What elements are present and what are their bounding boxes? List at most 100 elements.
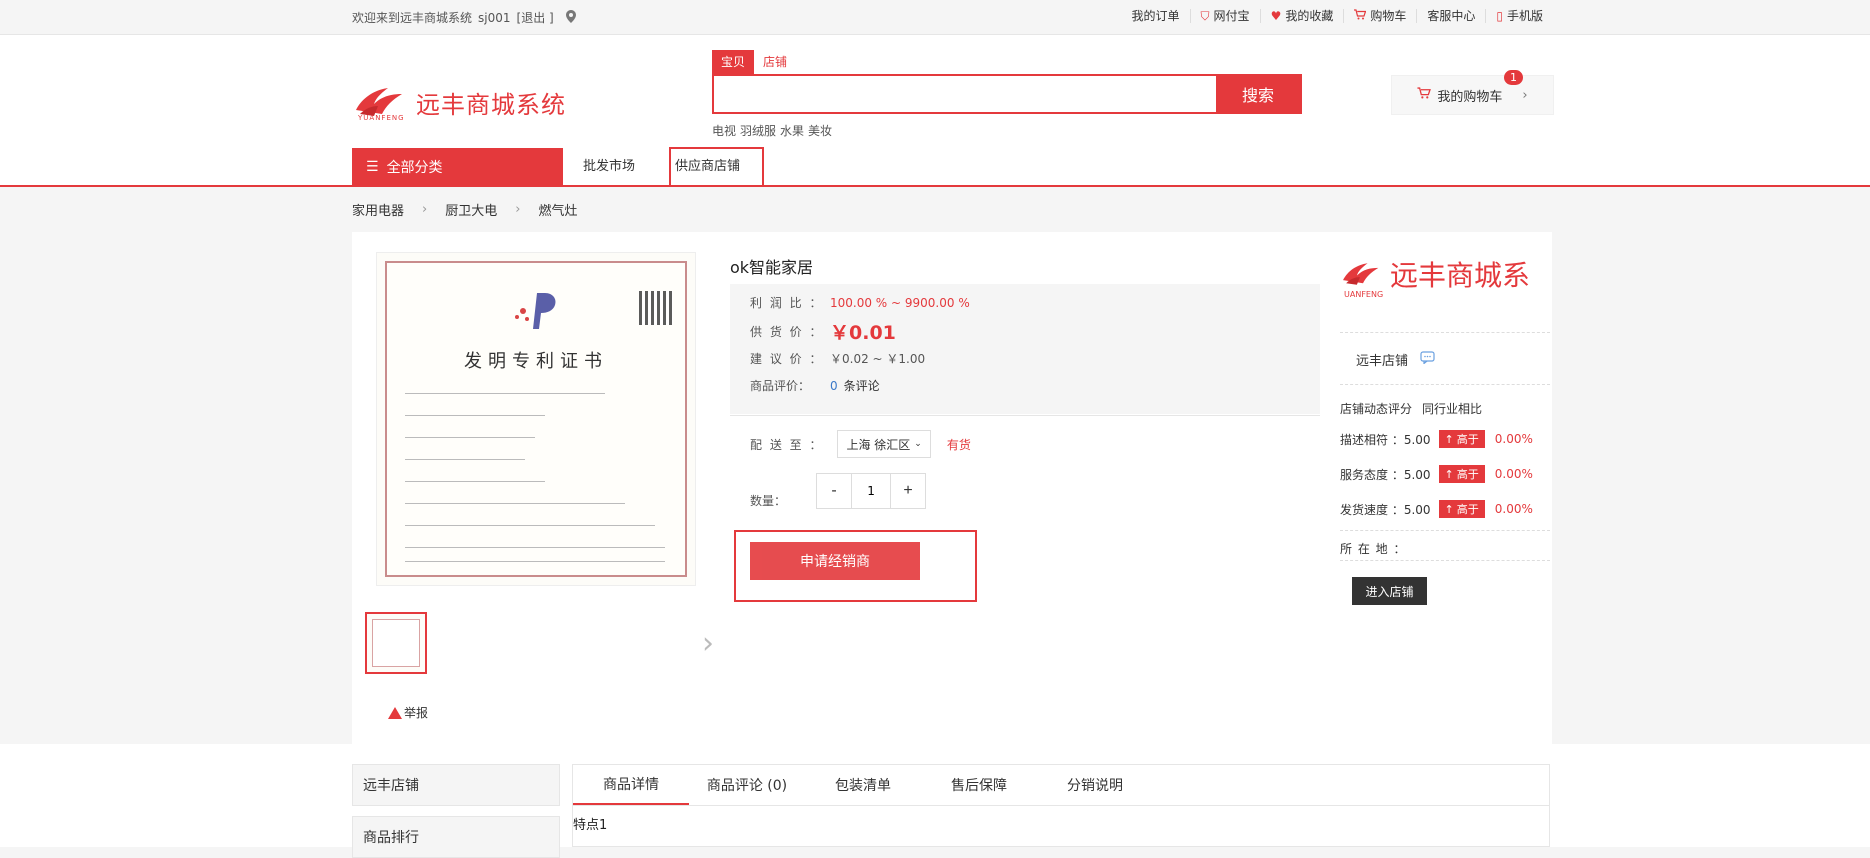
region-select[interactable]: 上海 徐汇区 ⌄ bbox=[837, 430, 931, 458]
search-box: 搜索 bbox=[712, 74, 1302, 114]
chat-icon[interactable] bbox=[1420, 351, 1435, 368]
logout-link[interactable]: [退出 ] bbox=[517, 9, 554, 26]
mobile-link[interactable]: ▯ 手机版 bbox=[1485, 9, 1553, 23]
username-link[interactable]: sj001 bbox=[478, 11, 511, 25]
search-button[interactable]: 搜索 bbox=[1216, 76, 1300, 112]
product-thumbnail[interactable] bbox=[365, 612, 427, 674]
chevron-right-icon[interactable]: › bbox=[702, 626, 714, 661]
divider bbox=[1340, 332, 1550, 333]
suggest-price-value: ￥0.02 ~ ￥1.00 bbox=[830, 352, 926, 366]
wangfubao-link[interactable]: ⛉ 网付宝 bbox=[1189, 9, 1260, 23]
region-value: 上海 徐汇区 bbox=[846, 437, 911, 452]
arrow-up-icon: ↑ bbox=[1444, 502, 1454, 516]
hot-word-downjacket[interactable]: 羽绒服 bbox=[740, 122, 776, 139]
main-nav: ☰ 全部分类 批发市场 供应商店铺 bbox=[352, 147, 765, 187]
divider bbox=[1340, 560, 1550, 561]
search-input[interactable] bbox=[714, 76, 1216, 112]
location-pin-icon[interactable] bbox=[565, 9, 576, 26]
certificate-text-line bbox=[405, 561, 665, 562]
detail-text: 特点1 bbox=[573, 818, 608, 833]
report-link[interactable]: 举报 bbox=[388, 704, 428, 721]
favorites-link[interactable]: ♥ 我的收藏 bbox=[1259, 9, 1344, 23]
certificate-text-line bbox=[405, 525, 655, 526]
score-row-description: 描述相符 ：5.00 ↑ 高于 0.00% bbox=[1340, 430, 1533, 448]
quantity-plus-button[interactable]: + bbox=[891, 473, 926, 508]
nav-wholesale-market[interactable]: 批发市场 bbox=[581, 148, 637, 186]
certificate-title: 发明专利证书 bbox=[464, 351, 608, 372]
tab-product-detail[interactable]: 商品详情 bbox=[573, 765, 689, 805]
tab-reviews[interactable]: 商品评论 (0) bbox=[689, 765, 805, 805]
tab-distribution-info[interactable]: 分销说明 bbox=[1037, 765, 1153, 805]
search-tab-shop[interactable]: 店铺 bbox=[754, 50, 796, 74]
score-higher-tag: ↑ 高于 bbox=[1438, 430, 1485, 448]
supply-price-label: 供 货 价 ： bbox=[750, 325, 824, 339]
apply-distributor-button[interactable]: 申请经销商 bbox=[750, 542, 920, 580]
customer-service-link[interactable]: 客服中心 bbox=[1416, 9, 1485, 23]
hot-word-beauty[interactable]: 美妆 bbox=[808, 122, 832, 139]
logo-wing-icon: YUANFENG bbox=[352, 80, 412, 124]
heart-icon: ♥ bbox=[1270, 9, 1282, 23]
profit-value: 100.00 % ~ 9900.00 % bbox=[830, 295, 970, 310]
breadcrumb-item[interactable]: 厨卫大电 bbox=[445, 200, 497, 219]
report-label: 举报 bbox=[404, 706, 429, 720]
shop-logo-text: 远丰商城系 bbox=[1390, 259, 1531, 292]
all-categories-label: 全部分类 bbox=[386, 160, 443, 176]
logo-subtext: YUANFENG bbox=[358, 114, 405, 122]
review-count-link[interactable]: 0 bbox=[830, 379, 838, 393]
sidebar-item-ranking[interactable]: 商品排行 bbox=[352, 816, 560, 858]
search-area: 宝贝 店铺 搜索 电视 羽绒服 水果 美妆 bbox=[712, 50, 1302, 139]
sidebar-item-shop[interactable]: 远丰店铺 bbox=[352, 764, 560, 806]
stock-status: 有货 bbox=[946, 437, 971, 452]
qr-code-icon bbox=[639, 291, 673, 325]
divider bbox=[730, 415, 1320, 416]
site-logo[interactable]: YUANFENG 远丰商城系统 bbox=[352, 80, 566, 124]
score-row-shipping: 发货速度 ：5.00 ↑ 高于 0.00% bbox=[1340, 500, 1533, 518]
my-cart-button[interactable]: 我的购物车 › 1 bbox=[1391, 70, 1554, 115]
nav-supplier-shops[interactable]: 供应商店铺 bbox=[669, 147, 765, 187]
hot-word-tv[interactable]: 电视 bbox=[712, 122, 736, 139]
breadcrumb: 家用电器 › 厨卫大电 › 燃气灶 bbox=[352, 200, 577, 219]
certificate-text-line bbox=[405, 437, 535, 438]
cart-link[interactable]: 购物车 bbox=[1343, 9, 1416, 23]
tab-content: 特点1 bbox=[572, 806, 1550, 847]
all-categories-button[interactable]: ☰ 全部分类 bbox=[352, 148, 563, 186]
suggest-price-label: 建 议 价 ： bbox=[750, 352, 824, 366]
review-unit: 条评论 bbox=[843, 379, 880, 393]
tab-after-sales[interactable]: 售后保障 bbox=[921, 765, 1037, 805]
chevron-down-icon: ⌄ bbox=[914, 439, 922, 449]
certificate-text-line bbox=[405, 547, 665, 548]
cart-icon bbox=[1354, 9, 1367, 23]
shop-sidebar: 远丰商城系 UANFENG 远丰店铺 店铺动态评分 同行业相比 描述相符 ：5.… bbox=[1330, 232, 1552, 744]
score-row-service: 服务态度 ：5.00 ↑ 高于 0.00% bbox=[1340, 465, 1533, 483]
cart-label: 我的购物车 bbox=[1437, 89, 1503, 105]
quantity-minus-button[interactable]: - bbox=[817, 473, 852, 508]
enter-shop-button[interactable]: 进入店铺 bbox=[1352, 577, 1427, 605]
certificate-text-line bbox=[405, 393, 605, 394]
review-row: 商品评价： 0 条评论 bbox=[750, 377, 880, 394]
breadcrumb-item[interactable]: 燃气灶 bbox=[538, 200, 577, 219]
top-links: 我的订单 ⛉ 网付宝 ♥ 我的收藏 购物车 客服中心 ▯ 手机版 bbox=[1122, 9, 1553, 23]
cart-count-badge: 1 bbox=[1504, 70, 1523, 85]
breadcrumb-item[interactable]: 家用电器 bbox=[352, 200, 404, 219]
menu-icon: ☰ bbox=[366, 159, 379, 175]
search-tabs: 宝贝 店铺 bbox=[712, 50, 1302, 74]
patent-emblem-icon bbox=[515, 293, 556, 329]
my-orders-link[interactable]: 我的订单 bbox=[1122, 9, 1190, 23]
quantity-row: 数量： - + bbox=[750, 472, 927, 509]
search-tab-goods[interactable]: 宝贝 bbox=[712, 50, 755, 74]
hot-words: 电视 羽绒服 水果 美妆 bbox=[712, 122, 1302, 139]
suggest-price-row: 建 议 价 ： ￥0.02 ~ ￥1.00 bbox=[750, 350, 925, 367]
hot-word-fruit[interactable]: 水果 bbox=[780, 122, 804, 139]
tab-packing-list[interactable]: 包装清单 bbox=[805, 765, 921, 805]
warning-icon bbox=[388, 706, 402, 719]
quantity-stepper: - + bbox=[816, 472, 927, 509]
shop-logo[interactable]: 远丰商城系 UANFENG bbox=[1340, 254, 1531, 299]
product-main-image[interactable]: 发明专利证书 bbox=[376, 252, 696, 586]
delivery-row: 配 送 至 ： 上海 徐汇区 ⌄ 有货 bbox=[750, 430, 971, 458]
certificate-image: 发明专利证书 bbox=[385, 261, 687, 577]
shield-icon: ⛉ bbox=[1200, 9, 1210, 23]
supply-price-value: ￥0.01 bbox=[830, 322, 896, 344]
shop-name-link[interactable]: 远丰店铺 bbox=[1356, 350, 1408, 369]
product-title: ok智能家居 bbox=[730, 258, 814, 277]
quantity-input[interactable] bbox=[851, 473, 892, 508]
